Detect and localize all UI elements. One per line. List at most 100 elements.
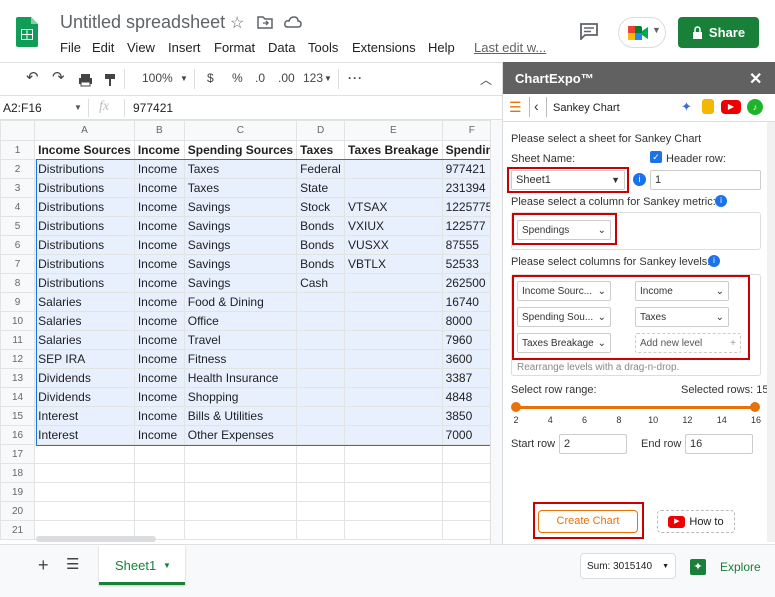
cell[interactable]: Income (133, 330, 185, 350)
cell[interactable]: Stock (296, 197, 346, 217)
cell[interactable]: Income (133, 178, 185, 198)
cell[interactable] (34, 444, 135, 464)
cell[interactable]: Taxes (183, 159, 298, 179)
cell[interactable]: Shopping (183, 387, 298, 407)
cell[interactable]: Income (133, 406, 185, 426)
cell[interactable] (296, 292, 346, 312)
more-options-icon[interactable]: ··· (348, 71, 363, 85)
cell[interactable]: Salaries (34, 330, 135, 350)
column-header-e[interactable]: E (344, 120, 443, 141)
sheet-tab[interactable]: Sheet1 ▼ (99, 545, 185, 585)
slider-start-handle[interactable] (511, 402, 521, 412)
cell[interactable] (296, 463, 346, 483)
level-select-spending-sources[interactable]: Spending Sou... ⌄ (517, 307, 611, 327)
cell[interactable]: Income (133, 254, 185, 274)
menu-extensions[interactable]: Extensions (352, 40, 416, 55)
cell[interactable]: Cash (296, 273, 346, 293)
meet-button[interactable]: ▼ (618, 17, 666, 48)
horizontal-scrollbar[interactable] (36, 536, 156, 542)
sheets-logo-icon[interactable] (16, 17, 38, 47)
collapse-chevron-up-icon[interactable]: ︿ (480, 71, 492, 88)
row-header[interactable]: 16 (0, 425, 36, 445)
cell[interactable]: Savings (183, 235, 298, 255)
cell[interactable] (344, 501, 443, 521)
hamburger-menu-icon[interactable]: ☰ (509, 99, 522, 116)
menu-edit[interactable]: Edit (92, 40, 114, 55)
menu-tools[interactable]: Tools (308, 40, 338, 55)
cell[interactable] (296, 368, 346, 388)
cell[interactable]: VXIUX (344, 216, 443, 236)
cell[interactable]: Distributions (34, 178, 135, 198)
cell[interactable]: Income (133, 273, 185, 293)
cell[interactable] (344, 444, 443, 464)
cell[interactable] (183, 444, 298, 464)
row-header[interactable]: 15 (0, 406, 36, 426)
cell[interactable]: Federal (296, 159, 346, 179)
column-header-b[interactable]: B (133, 120, 185, 141)
row-header[interactable]: 8 (0, 273, 36, 293)
row-header[interactable]: 5 (0, 216, 36, 236)
menu-insert[interactable]: Insert (168, 40, 201, 55)
add-level-button[interactable]: Add new level + (635, 333, 741, 353)
close-icon[interactable]: ✕ (749, 69, 762, 89)
cell[interactable] (183, 501, 298, 521)
last-edit-link[interactable]: Last edit w... (474, 40, 546, 55)
cell[interactable] (34, 501, 135, 521)
panel-scrollbar[interactable] (767, 122, 775, 542)
cell[interactable]: Income (133, 292, 185, 312)
notification-bell-icon[interactable]: ♪ (747, 99, 763, 115)
cell[interactable] (344, 406, 443, 426)
cell[interactable] (183, 482, 298, 502)
cell[interactable]: Savings (183, 197, 298, 217)
paint-format-icon[interactable] (104, 73, 118, 87)
percent-format-button[interactable]: % (232, 71, 243, 85)
youtube-icon[interactable]: ▶ (721, 100, 741, 114)
row-header[interactable]: 12 (0, 349, 36, 369)
cell[interactable]: Spending Sources (183, 140, 298, 160)
cell[interactable]: State (296, 178, 346, 198)
star-icon[interactable]: ☆ (230, 13, 244, 33)
cell[interactable]: Income (133, 387, 185, 407)
row-header[interactable]: 21 (0, 520, 36, 540)
share-button[interactable]: Share (678, 17, 759, 48)
redo-icon[interactable]: ↷ (52, 68, 65, 86)
cell[interactable]: Office (183, 311, 298, 331)
cell[interactable] (344, 159, 443, 179)
cell[interactable] (296, 349, 346, 369)
cell[interactable]: Other Expenses (183, 425, 298, 445)
name-box-chevron-icon[interactable]: ▼ (74, 103, 82, 112)
cell[interactable] (296, 501, 346, 521)
row-header[interactable]: 10 (0, 311, 36, 331)
cell[interactable]: Salaries (34, 292, 135, 312)
cell[interactable]: Health Insurance (183, 368, 298, 388)
cell[interactable]: Distributions (34, 216, 135, 236)
cell[interactable] (296, 406, 346, 426)
cell[interactable]: VTSAX (344, 197, 443, 217)
row-header[interactable]: 1 (0, 140, 36, 160)
increase-decimal-button[interactable]: .00 (278, 71, 295, 85)
menu-view[interactable]: View (127, 40, 155, 55)
cell[interactable]: Interest (34, 425, 135, 445)
cell[interactable]: SEP IRA (34, 349, 135, 369)
cell[interactable]: Income Sources (34, 140, 135, 160)
coins-icon[interactable] (702, 99, 714, 114)
cell[interactable] (133, 482, 185, 502)
cell[interactable] (133, 444, 185, 464)
cell[interactable] (296, 482, 346, 502)
row-header[interactable]: 3 (0, 178, 36, 198)
cell[interactable]: Bonds (296, 216, 346, 236)
row-header[interactable]: 9 (0, 292, 36, 312)
cell[interactable]: Distributions (34, 273, 135, 293)
comments-icon[interactable] (579, 22, 599, 40)
menu-format[interactable]: Format (214, 40, 255, 55)
cell[interactable]: Bills & Utilities (183, 406, 298, 426)
row-range-slider-track[interactable] (515, 406, 755, 409)
cell[interactable] (344, 387, 443, 407)
select-all-corner[interactable] (0, 120, 36, 141)
cell[interactable]: VBTLX (344, 254, 443, 274)
info-icon[interactable]: i (715, 195, 727, 207)
row-header[interactable]: 18 (0, 463, 36, 483)
document-title[interactable]: Untitled spreadsheet (60, 12, 225, 33)
cell[interactable]: Distributions (34, 254, 135, 274)
row-header[interactable]: 7 (0, 254, 36, 274)
